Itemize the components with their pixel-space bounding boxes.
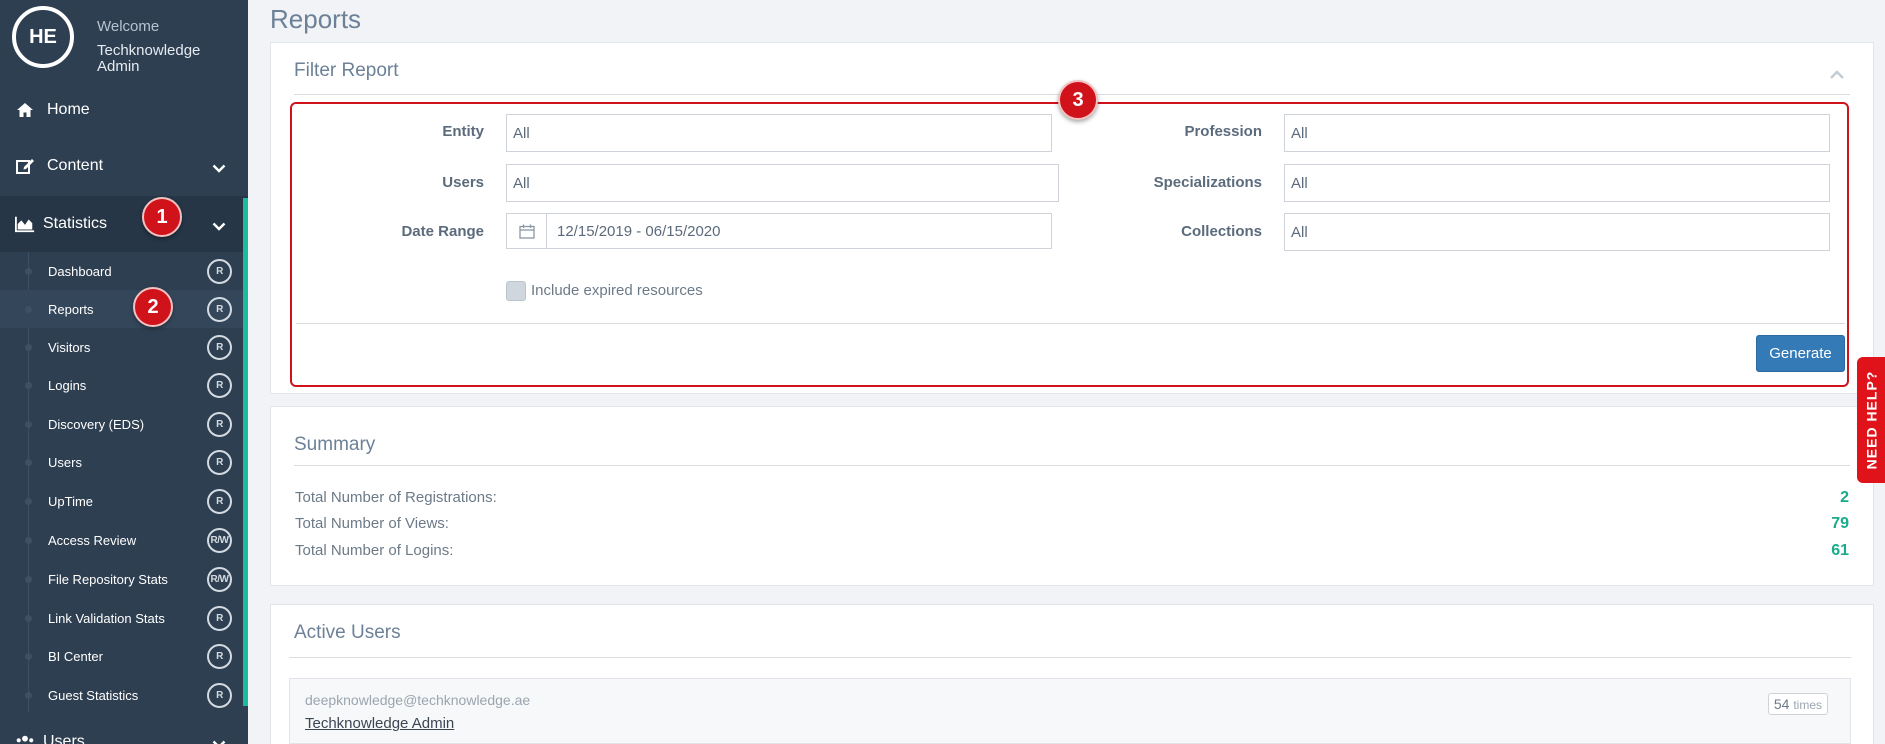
- bullet-dot: [25, 575, 32, 583]
- page-title: Reports: [270, 4, 362, 34]
- step-badge-1: 1: [142, 197, 182, 237]
- user-name: Techknowledge Admin: [97, 42, 201, 75]
- sidebar-item-dashboard[interactable]: Dashboard R: [0, 252, 243, 290]
- sidebar-item-access-review[interactable]: Access Review R/W: [0, 521, 243, 559]
- chevron-down-icon: [212, 160, 226, 178]
- sidebar-item-guest-statistics[interactable]: Guest Statistics R: [0, 676, 243, 714]
- permission-badge: R: [207, 258, 232, 284]
- user-name-link[interactable]: Techknowledge Admin: [305, 715, 454, 732]
- nav-label: Statistics: [43, 215, 108, 232]
- logins-value: 61: [1831, 542, 1849, 559]
- permission-badge: R: [207, 682, 232, 708]
- sidebar-item-discovery[interactable]: Discovery (EDS) R: [0, 405, 243, 443]
- nav-item-users[interactable]: Users: [0, 714, 248, 744]
- permission-badge: R: [207, 643, 232, 669]
- divider: [294, 465, 1850, 466]
- need-help-label: NEED HELP?: [1863, 370, 1879, 470]
- divider: [289, 657, 1851, 658]
- nav-label: Home: [47, 101, 90, 118]
- bullet-dot: [25, 652, 32, 660]
- permission-badge: R: [207, 605, 232, 631]
- sidebar-item-file-repository-stats[interactable]: File Repository Stats R/W: [0, 560, 243, 598]
- views-value: 79: [1831, 515, 1849, 532]
- edit-icon: [15, 156, 35, 176]
- step-badge-2: 2: [133, 287, 173, 327]
- visit-count-unit: times: [1793, 698, 1822, 712]
- sidebar-item-label: Discovery (EDS): [48, 416, 145, 432]
- home-icon: [15, 100, 35, 120]
- sidebar-item-label: Visitors: [48, 339, 91, 355]
- sidebar-item-label: Dashboard: [48, 263, 112, 279]
- profile-block: HE Welcome Techknowledge Admin: [0, 0, 248, 88]
- permission-badge: R: [207, 488, 232, 514]
- filter-report-title: Filter Report: [294, 60, 399, 81]
- welcome-text: Welcome: [97, 18, 160, 35]
- user-email: deepknowledge@techknowledge.ae: [305, 692, 531, 708]
- permission-badge: R/W: [207, 527, 232, 553]
- users-icon: [15, 732, 35, 744]
- bullet-dot: [25, 343, 32, 351]
- sidebar-item-uptime[interactable]: UpTime R: [0, 482, 243, 520]
- list-item: deepknowledge@techknowledge.ae Techknowl…: [289, 678, 1851, 744]
- sidebar-item-reports[interactable]: Reports R: [0, 290, 243, 328]
- bullet-dot: [25, 420, 32, 428]
- nav-item-content[interactable]: Content: [0, 138, 248, 194]
- active-users-title: Active Users: [294, 622, 401, 643]
- sidebar: HE Welcome Techknowledge Admin Home Cont…: [0, 0, 248, 744]
- registrations-value: 2: [1840, 489, 1849, 506]
- bullet-dot: [25, 691, 32, 699]
- sidebar-item-label: Reports: [48, 301, 94, 317]
- visit-count-badge: 54 times: [1767, 693, 1828, 715]
- permission-badge: R: [207, 449, 232, 475]
- sidebar-item-label: BI Center: [48, 648, 103, 664]
- sidebar-item-label: Link Validation Stats: [48, 610, 165, 626]
- bullet-dot: [25, 267, 32, 275]
- chevron-down-icon: [212, 736, 226, 744]
- avatar[interactable]: HE: [12, 6, 74, 68]
- nav-item-home[interactable]: Home: [0, 82, 248, 138]
- permission-badge: R: [207, 372, 232, 398]
- chevron-down-icon: [212, 218, 226, 236]
- permission-badge: R/W: [207, 566, 232, 592]
- summary-title: Summary: [294, 434, 376, 455]
- sidebar-item-label: UpTime: [48, 493, 94, 509]
- sidebar-item-label: File Repository Stats: [48, 571, 168, 587]
- sidebar-item-visitors[interactable]: Visitors R: [0, 328, 243, 366]
- need-help-tab[interactable]: NEED HELP?: [1857, 357, 1885, 483]
- area-chart-icon: [15, 214, 35, 234]
- chevron-up-icon[interactable]: [1829, 67, 1845, 85]
- permission-badge: R: [207, 334, 232, 360]
- sidebar-item-users[interactable]: Users R: [0, 443, 243, 481]
- step-badge-3: 3: [1058, 80, 1098, 120]
- sidebar-item-logins[interactable]: Logins R: [0, 366, 243, 404]
- sidebar-item-link-validation-stats[interactable]: Link Validation Stats R: [0, 599, 243, 637]
- bullet-dot: [25, 536, 32, 544]
- bullet-dot: [25, 614, 32, 622]
- nav-label: Users: [43, 733, 85, 744]
- sidebar-item-label: Users: [48, 454, 82, 470]
- permission-badge: R: [207, 411, 232, 437]
- nav-label: Content: [47, 157, 104, 174]
- views-label: Total Number of Views:: [295, 515, 449, 532]
- sidebar-item-label: Access Review: [48, 532, 137, 548]
- permission-badge: R: [207, 296, 232, 322]
- logins-label: Total Number of Logins:: [295, 542, 454, 559]
- nav-item-statistics[interactable]: Statistics: [0, 196, 248, 252]
- bullet-dot: [25, 381, 32, 389]
- bullet-dot: [25, 497, 32, 505]
- bullet-dot: [25, 458, 32, 466]
- visit-count: 54: [1773, 696, 1790, 712]
- sidebar-item-label: Logins: [48, 377, 87, 393]
- highlight-frame: [290, 102, 1849, 387]
- summary-panel: [270, 406, 1874, 586]
- sidebar-item-label: Guest Statistics: [48, 687, 139, 703]
- registrations-label: Total Number of Registrations:: [295, 489, 497, 506]
- active-section-indicator: [243, 198, 248, 706]
- sidebar-item-bi-center[interactable]: BI Center R: [0, 637, 243, 675]
- bullet-dot: [25, 305, 32, 313]
